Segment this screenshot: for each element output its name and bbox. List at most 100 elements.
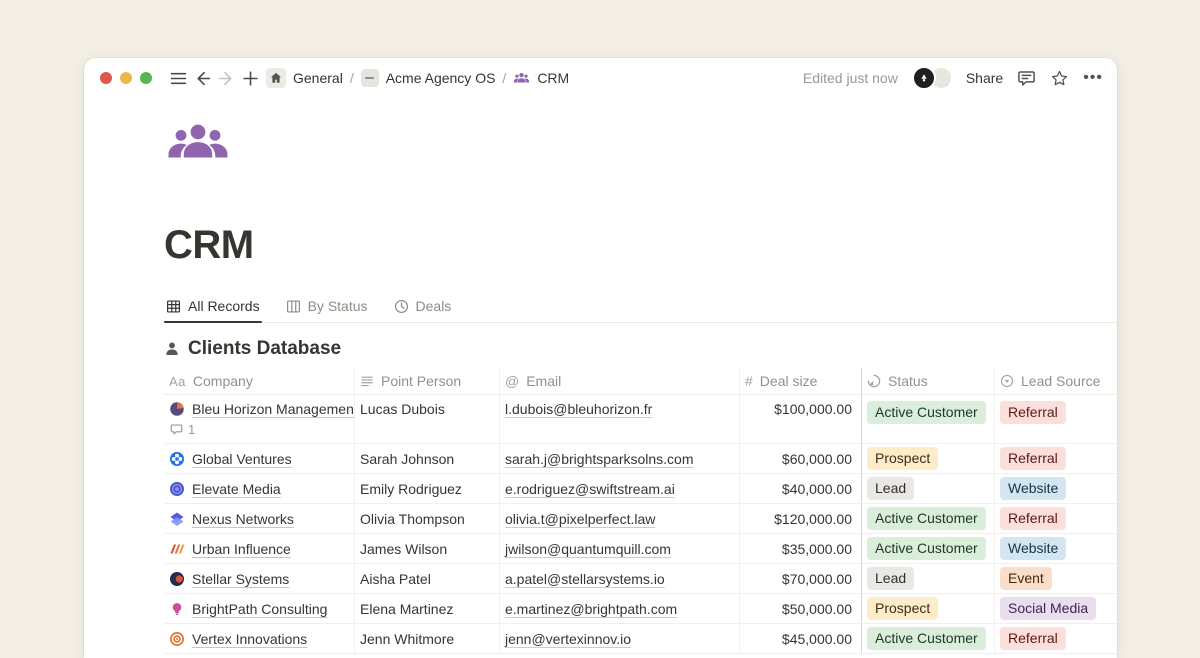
minimize-window-button[interactable]: [120, 72, 132, 84]
number-hash-icon: #: [745, 373, 753, 389]
company-page-link[interactable]: Bleu Horizon Management: [192, 401, 355, 417]
point-person-cell[interactable]: Lucas Dubois: [355, 395, 500, 443]
deal-size-cell[interactable]: $35,000.00: [740, 534, 862, 563]
database-heading: Clients Database: [164, 338, 1117, 360]
breadcrumb-item-workspace[interactable]: Acme Agency OS: [386, 70, 496, 86]
deal-size-cell[interactable]: $100,000.00: [740, 395, 862, 443]
share-button[interactable]: Share: [966, 70, 1003, 86]
table-header-row: Aa Company Point Person @ Email # Deal s…: [164, 368, 1117, 395]
deal-size-cell[interactable]: $50,000.00: [740, 594, 862, 623]
close-window-button[interactable]: [100, 72, 112, 84]
status-badge: Active Customer: [867, 627, 986, 650]
column-header-deal-size[interactable]: # Deal size: [740, 368, 862, 394]
table-view-icon: [166, 299, 181, 314]
email-cell[interactable]: jenn@vertexinnov.io: [500, 624, 740, 653]
column-header-lead-source[interactable]: Lead Source: [995, 368, 1117, 394]
lead-source-cell[interactable]: Website: [995, 474, 1117, 503]
company-page-link[interactable]: Vertex Innovations: [192, 631, 307, 647]
lead-source-cell[interactable]: Referral: [995, 444, 1117, 473]
breadcrumb-item-general[interactable]: General: [293, 70, 343, 86]
company-page-link[interactable]: Nexus Networks: [192, 511, 294, 527]
status-badge: Prospect: [867, 597, 938, 620]
view-tabs: All Records By Status Deals: [164, 294, 1117, 323]
email-cell[interactable]: olivia.t@pixelperfect.law: [500, 504, 740, 533]
company-page-link[interactable]: Elevate Media: [192, 481, 281, 497]
database-table: Aa Company Point Person @ Email # Deal s…: [164, 368, 1117, 654]
email-cell[interactable]: e.rodriguez@swiftstream.ai: [500, 474, 740, 503]
comments-icon[interactable]: [1017, 69, 1036, 88]
point-person-cell[interactable]: Aisha Patel: [355, 564, 500, 593]
company-page-link[interactable]: BrightPath Consulting: [192, 601, 327, 617]
email-cell[interactable]: a.patel@stellarsystems.io: [500, 564, 740, 593]
logo-bleu-horizon-icon: [169, 401, 185, 417]
forward-button[interactable]: [214, 66, 238, 90]
tab-all-records[interactable]: All Records: [164, 294, 262, 322]
point-person-cell[interactable]: Elena Martinez: [355, 594, 500, 623]
comment-count[interactable]: 1: [169, 422, 355, 437]
point-person-cell[interactable]: Olivia Thompson: [355, 504, 500, 533]
home-icon[interactable]: [266, 68, 286, 88]
breadcrumb-item-page[interactable]: CRM: [537, 70, 569, 86]
point-person-cell[interactable]: James Wilson: [355, 534, 500, 563]
status-badge: Active Customer: [867, 537, 986, 560]
table-row: Global Ventures Sarah Johnson sarah.j@br…: [164, 444, 1117, 474]
status-cell[interactable]: Lead: [862, 564, 995, 593]
lead-source-cell[interactable]: Referral: [995, 395, 1117, 443]
column-header-point-person[interactable]: Point Person: [355, 368, 500, 394]
collaborator-avatars[interactable]: [912, 66, 952, 90]
at-sign-icon: @: [505, 373, 519, 389]
status-cell[interactable]: Prospect: [862, 594, 995, 623]
company-page-link[interactable]: Global Ventures: [192, 451, 292, 467]
breadcrumb-separator: /: [350, 70, 354, 86]
status-cell[interactable]: Active Customer: [862, 534, 995, 563]
point-person-cell[interactable]: Emily Rodriguez: [355, 474, 500, 503]
deal-size-cell[interactable]: $120,000.00: [740, 504, 862, 533]
lead-source-cell[interactable]: Event: [995, 564, 1117, 593]
company-page-link[interactable]: Stellar Systems: [192, 571, 289, 587]
lead-source-badge: Referral: [1000, 507, 1066, 530]
lead-source-badge: Website: [1000, 477, 1066, 500]
deal-size-cell[interactable]: $40,000.00: [740, 474, 862, 503]
window-controls: [100, 72, 152, 84]
email-cell[interactable]: sarah.j@brightsparksolns.com: [500, 444, 740, 473]
status-cell[interactable]: Active Customer: [862, 624, 995, 653]
favorite-star-icon[interactable]: [1050, 69, 1069, 88]
email-cell[interactable]: e.martinez@brightpath.com: [500, 594, 740, 623]
database-title[interactable]: Clients Database: [188, 338, 341, 360]
tab-by-status[interactable]: By Status: [284, 294, 370, 322]
company-page-link[interactable]: Urban Influence: [192, 541, 291, 557]
column-header-company[interactable]: Aa Company: [164, 368, 355, 394]
more-options-icon[interactable]: •••: [1083, 69, 1103, 87]
sidebar-toggle-button[interactable]: [166, 66, 190, 90]
status-cell[interactable]: Lead: [862, 474, 995, 503]
deal-size-cell[interactable]: $60,000.00: [740, 444, 862, 473]
lead-source-cell[interactable]: Referral: [995, 504, 1117, 533]
email-cell[interactable]: jwilson@quantumquill.com: [500, 534, 740, 563]
point-person-cell[interactable]: Jenn Whitmore: [355, 624, 500, 653]
lead-source-badge: Website: [1000, 537, 1066, 560]
status-cell[interactable]: Active Customer: [862, 395, 995, 443]
point-person-cell[interactable]: Sarah Johnson: [355, 444, 500, 473]
status-cell[interactable]: Active Customer: [862, 504, 995, 533]
deal-size-cell[interactable]: $45,000.00: [740, 624, 862, 653]
status-cell[interactable]: Prospect: [862, 444, 995, 473]
deal-size-cell[interactable]: $70,000.00: [740, 564, 862, 593]
table-row: Vertex Innovations Jenn Whitmore jenn@ve…: [164, 624, 1117, 654]
page-content: CRM All Records By Status Deals Clients …: [84, 122, 1117, 654]
page-icon-people-group[interactable]: [164, 122, 1117, 173]
avatar: [912, 66, 936, 90]
lead-source-cell[interactable]: Referral: [995, 624, 1117, 653]
lead-source-cell[interactable]: Website: [995, 534, 1117, 563]
title-Aa-icon: Aa: [169, 374, 186, 389]
logo-brightpath-icon: [169, 601, 185, 617]
back-button[interactable]: [190, 66, 214, 90]
new-page-button[interactable]: [238, 66, 262, 90]
email-cell[interactable]: l.dubois@bleuhorizon.fr: [500, 395, 740, 443]
logo-vertex-icon: [169, 631, 185, 647]
lead-source-cell[interactable]: Social Media: [995, 594, 1117, 623]
tab-deals[interactable]: Deals: [392, 294, 454, 322]
status-badge: Lead: [867, 567, 914, 590]
column-header-email[interactable]: @ Email: [500, 368, 740, 394]
column-header-status[interactable]: Status: [862, 368, 995, 394]
zoom-window-button[interactable]: [140, 72, 152, 84]
